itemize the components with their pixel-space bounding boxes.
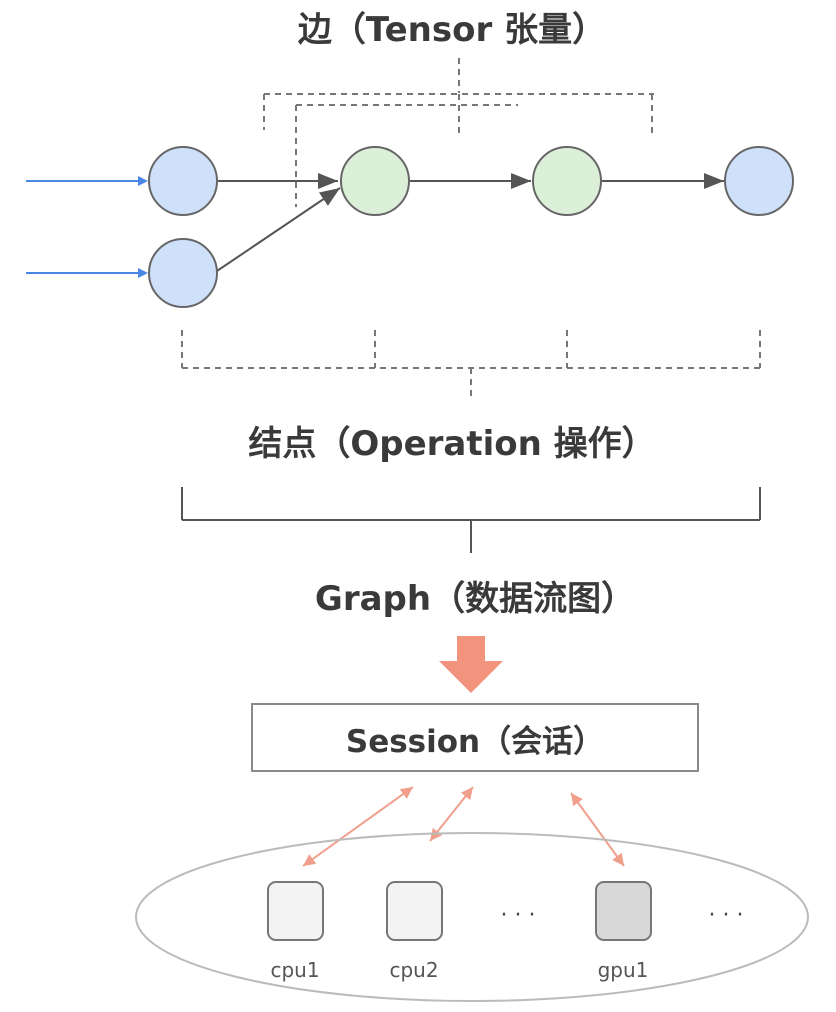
device-gpu1: gpu1 — [595, 881, 652, 982]
graph-to-session-arrow — [439, 636, 503, 693]
device-cpu2-box — [386, 881, 443, 941]
output-node — [724, 146, 794, 216]
device-cpu2: cpu2 — [386, 881, 443, 982]
session-device-arrow-3 — [570, 792, 625, 867]
device-cpu1-box — [267, 881, 324, 941]
devices-ellipse — [135, 832, 809, 1002]
device-cpu2-label: cpu2 — [389, 958, 438, 982]
device-ellipsis-1: · · · — [501, 903, 536, 928]
graph-title: Graph（数据流图） — [315, 579, 635, 619]
input-node-1 — [148, 146, 218, 216]
device-cpu1: cpu1 — [267, 881, 324, 982]
input-node-2 — [148, 238, 218, 308]
edge-tensor-title: 边（Tensor 张量） — [298, 10, 606, 50]
session-device-arrow-1 — [302, 786, 414, 867]
device-ellipsis-2: · · · — [709, 903, 744, 928]
node-dashed-bracket — [181, 330, 761, 398]
operation-node-1 — [340, 146, 410, 216]
session-title: Session（会话） — [346, 724, 604, 760]
device-gpu1-box — [595, 881, 652, 941]
device-cpu1-label: cpu1 — [270, 958, 319, 982]
device-gpu1-label: gpu1 — [598, 958, 649, 982]
edge-arrow-input2-to-op1 — [213, 187, 341, 274]
operation-node-2 — [532, 146, 602, 216]
graph-solid-bracket — [181, 487, 761, 553]
tensorflow-graph-session-diagram: 边（Tensor 张量） 结点（Operation 操作） Graph（数据流图… — [26, 10, 809, 1002]
node-operation-title: 结点（Operation 操作） — [248, 424, 655, 464]
